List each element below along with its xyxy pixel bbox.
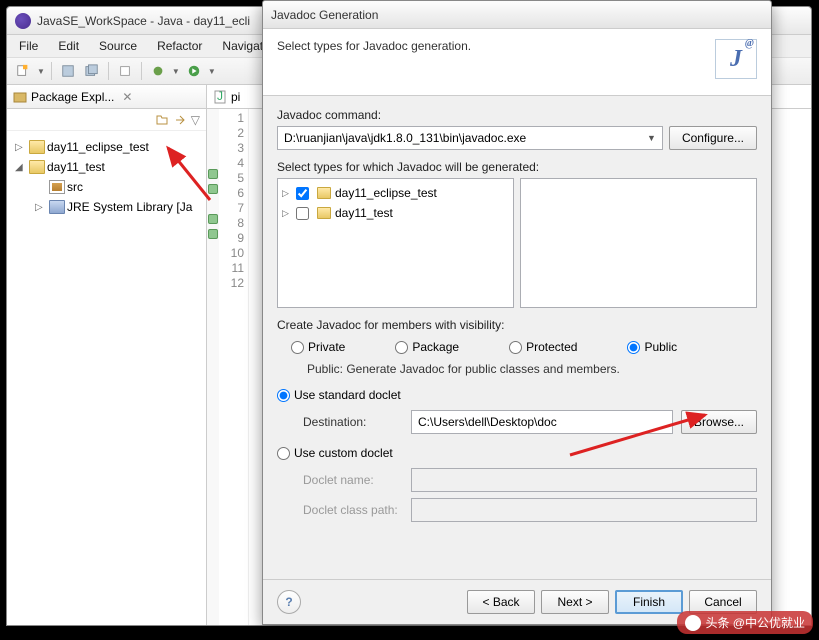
javadoc-command-label: Javadoc command:: [277, 108, 757, 122]
destination-label: Destination:: [303, 415, 403, 429]
project-icon: [29, 160, 45, 174]
line-gutter: 12 34 56 78 910 1112: [219, 109, 249, 625]
marker-icon[interactable]: [208, 169, 218, 179]
tree-item-day11-test[interactable]: ◢ day11_test: [11, 157, 202, 177]
collapse-icon[interactable]: [155, 114, 169, 126]
doclet-class-input: [411, 498, 757, 522]
browse-button[interactable]: Browse...: [681, 410, 757, 434]
use-custom-doclet[interactable]: Use custom doclet: [277, 440, 757, 462]
doclet-name-label: Doclet name:: [303, 473, 403, 487]
type-checkbox[interactable]: [296, 187, 309, 200]
project-tree[interactable]: ▷ day11_eclipse_test ◢ day11_test src ▷: [7, 131, 206, 223]
use-standard-doclet[interactable]: Use standard doclet: [277, 386, 757, 404]
destination-input[interactable]: C:\Users\dell\Desktop\doc: [411, 410, 673, 434]
debug-button[interactable]: [148, 61, 168, 81]
build-button[interactable]: [115, 61, 135, 81]
javadoc-dialog: Javadoc Generation Select types for Java…: [262, 0, 772, 625]
project-icon: [317, 187, 331, 199]
type-item[interactable]: ▷ day11_eclipse_test: [282, 183, 509, 203]
source-folder-icon: [49, 180, 65, 194]
javadoc-command-combo[interactable]: D:\ruanjian\java\jdk1.8.0_131\bin\javado…: [277, 126, 663, 150]
tree-item-day11-eclipse-test[interactable]: ▷ day11_eclipse_test: [11, 137, 202, 157]
types-tree-left[interactable]: ▷ day11_eclipse_test ▷ day11_test: [277, 178, 514, 308]
finish-button[interactable]: Finish: [615, 590, 683, 614]
tree-item-jre[interactable]: ▷ JRE System Library [Ja: [11, 197, 202, 217]
menu-refactor[interactable]: Refactor: [149, 37, 210, 55]
package-explorer: Package Expl... ✕ ▽ ▷ day11_eclipse_test…: [7, 85, 207, 625]
visibility-package[interactable]: Package: [395, 340, 459, 354]
svg-text:J: J: [217, 90, 223, 103]
dialog-subtitle: Select types for Javadoc generation.: [277, 39, 715, 53]
help-button[interactable]: ?: [277, 590, 301, 614]
new-button[interactable]: [13, 61, 33, 81]
doclet-class-label: Doclet class path:: [303, 503, 403, 517]
watermark: 头条 @中公优就业: [677, 611, 813, 634]
visibility-description: Public: Generate Javadoc for public clas…: [277, 358, 757, 386]
type-item[interactable]: ▷ day11_test: [282, 203, 509, 223]
back-button[interactable]: < Back: [467, 590, 535, 614]
package-icon: [13, 90, 27, 104]
marker-bar: [207, 109, 219, 625]
menu-edit[interactable]: Edit: [50, 37, 87, 55]
save-button[interactable]: [58, 61, 78, 81]
types-tree-right[interactable]: [520, 178, 757, 308]
link-icon[interactable]: [173, 114, 187, 126]
configure-button[interactable]: Configure...: [669, 126, 757, 150]
project-icon: [317, 207, 331, 219]
eclipse-icon: [15, 13, 31, 29]
avatar-icon: [685, 615, 701, 631]
menu-file[interactable]: File: [11, 37, 46, 55]
library-icon: [49, 200, 65, 214]
close-icon[interactable]: ✕: [122, 90, 132, 104]
run-button[interactable]: [184, 61, 204, 81]
select-types-label: Select types for which Javadoc will be g…: [277, 160, 757, 174]
visibility-label: Create Javadoc for members with visibili…: [277, 318, 757, 332]
tree-item-src[interactable]: src: [11, 177, 202, 197]
chevron-down-icon: ▼: [647, 133, 656, 143]
explorer-tab[interactable]: Package Expl... ✕: [7, 85, 206, 109]
marker-icon[interactable]: [208, 229, 218, 239]
menu-icon[interactable]: ▽: [191, 113, 200, 127]
save-all-button[interactable]: [82, 61, 102, 81]
editor-tab-label: pi: [231, 90, 240, 104]
java-file-icon: J: [213, 90, 227, 104]
marker-icon[interactable]: [208, 214, 218, 224]
dialog-titlebar: Javadoc Generation: [263, 1, 771, 29]
next-button[interactable]: Next >: [541, 590, 609, 614]
visibility-private[interactable]: Private: [291, 340, 345, 354]
visibility-protected[interactable]: Protected: [509, 340, 577, 354]
doclet-name-input: [411, 468, 757, 492]
explorer-toolbar: ▽: [7, 109, 206, 131]
javadoc-command-value: D:\ruanjian\java\jdk1.8.0_131\bin\javado…: [284, 131, 526, 145]
dialog-header: Select types for Javadoc generation. J: [263, 29, 771, 96]
visibility-radio-group: Private Package Protected Public: [277, 336, 757, 358]
javadoc-icon: J: [715, 39, 757, 79]
marker-icon[interactable]: [208, 184, 218, 194]
menu-source[interactable]: Source: [91, 37, 145, 55]
type-checkbox[interactable]: [296, 207, 309, 220]
project-icon: [29, 140, 45, 154]
visibility-public[interactable]: Public: [627, 340, 677, 354]
explorer-tab-label: Package Expl...: [31, 90, 114, 104]
